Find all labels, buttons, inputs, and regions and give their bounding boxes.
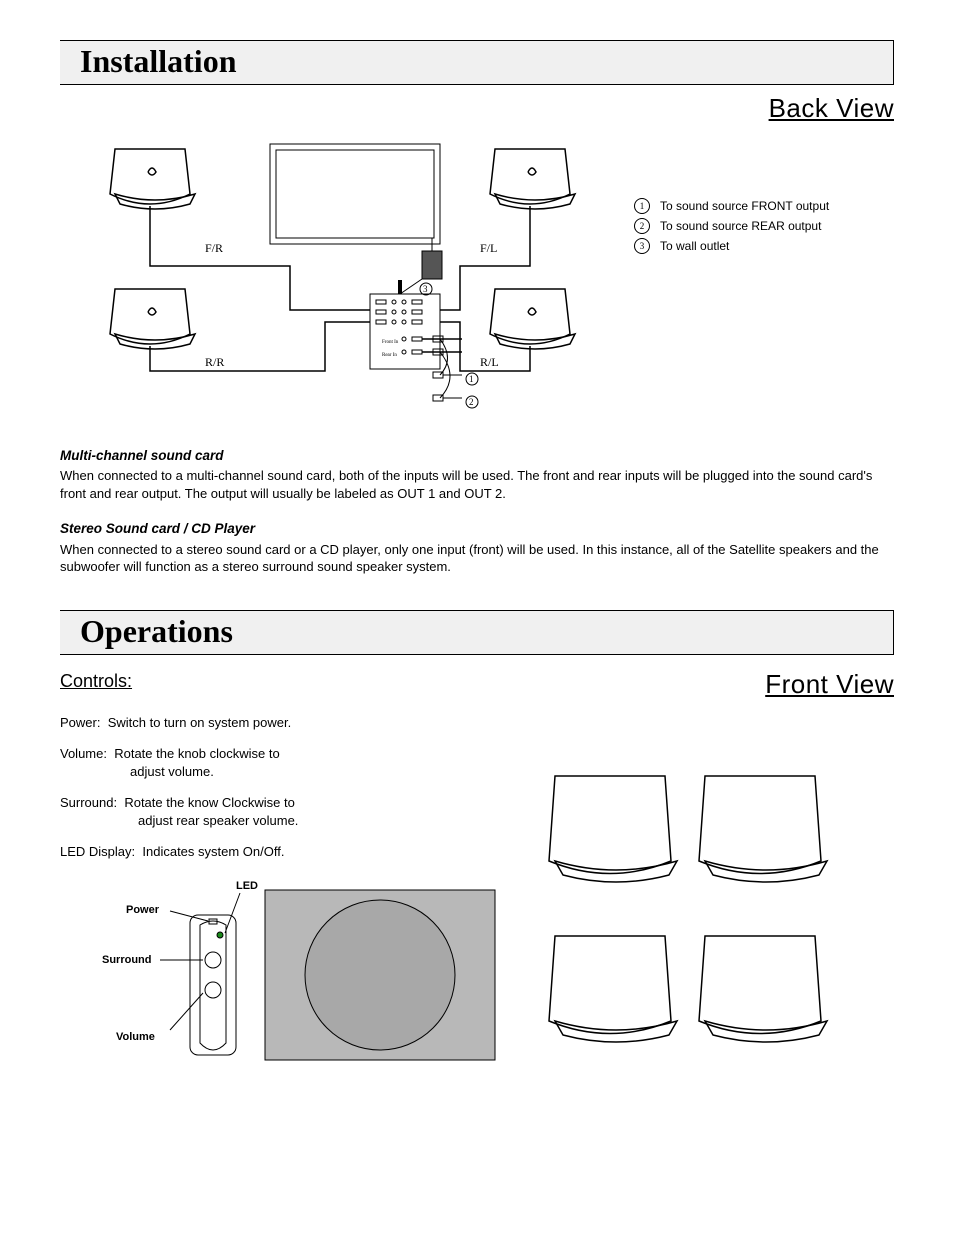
callout-volume: Volume — [116, 1031, 155, 1043]
callout-led: LED — [236, 880, 258, 892]
operations-title-bar: Operations — [60, 610, 894, 655]
stereo-body: When connected to a stereo sound card or… — [60, 541, 894, 576]
control-led: LED Display: Indicates system On/Off. — [60, 843, 490, 861]
svg-text:Front In: Front In — [382, 340, 399, 345]
multichannel-block: Multi-channel sound card When connected … — [60, 447, 894, 502]
legend-text-3: To wall outlet — [660, 239, 729, 253]
control-power-label: Power: — [60, 715, 100, 730]
callout-power: Power — [126, 904, 160, 916]
operations-title: Operations — [80, 613, 233, 649]
control-power: Power: Switch to turn on system power. — [60, 714, 490, 732]
stereo-block: Stereo Sound card / CD Player When conne… — [60, 520, 894, 575]
legend-item-2: 2 To sound source REAR output — [634, 218, 894, 234]
circled-1-icon: 1 — [634, 198, 650, 214]
svg-text:1: 1 — [469, 374, 474, 384]
controls-diagram: LED Power Surround Volume — [60, 875, 500, 1075]
back-view-label: Back View — [60, 93, 894, 124]
stereo-heading: Stereo Sound card / CD Player — [60, 520, 894, 538]
svg-text:F/L: F/L — [480, 241, 497, 255]
installation-title-bar: Installation — [60, 40, 894, 85]
controls-column: Power: Switch to turn on system power. V… — [60, 706, 490, 1078]
multichannel-body: When connected to a multi-channel sound … — [60, 467, 894, 502]
svg-text:R/L: R/L — [480, 355, 499, 369]
front-view-label: Front View — [765, 669, 894, 700]
front-speakers-diagram — [530, 706, 894, 1059]
svg-text:R/R: R/R — [205, 355, 224, 369]
legend-text-1: To sound source FRONT output — [660, 199, 829, 213]
control-surround: Surround: Rotate the know Clockwise to a… — [60, 794, 490, 829]
installation-title: Installation — [80, 43, 236, 79]
circled-2-icon: 2 — [634, 218, 650, 234]
control-volume-text1: Rotate the knob clockwise to — [114, 746, 279, 761]
control-power-text: Switch to turn on system power. — [108, 715, 292, 730]
control-surround-label: Surround: — [60, 795, 117, 810]
callout-surround: Surround — [102, 954, 152, 966]
legend-item-1: 1 To sound source FRONT output — [634, 198, 894, 214]
control-surround-text1: Rotate the know Clockwise to — [124, 795, 295, 810]
legend: 1 To sound source FRONT output 2 To soun… — [634, 134, 894, 258]
svg-text:Rear In: Rear In — [382, 353, 397, 358]
control-led-label: LED Display: — [60, 844, 135, 859]
legend-text-2: To sound source REAR output — [660, 219, 821, 233]
label-fr: F/R — [205, 241, 223, 255]
control-led-text: Indicates system On/Off. — [142, 844, 284, 859]
controls-heading: Controls: — [60, 671, 132, 692]
control-volume-text2: adjust volume. — [60, 763, 490, 781]
multichannel-heading: Multi-channel sound card — [60, 447, 894, 465]
installation-diagram: Front In Rear In — [60, 134, 634, 437]
circled-3-icon: 3 — [634, 238, 650, 254]
svg-text:3: 3 — [423, 284, 428, 294]
control-surround-text2: adjust rear speaker volume. — [60, 812, 490, 830]
legend-item-3: 3 To wall outlet — [634, 238, 894, 254]
svg-text:2: 2 — [469, 397, 474, 407]
control-volume-label: Volume: — [60, 746, 107, 761]
control-volume: Volume: Rotate the knob clockwise to adj… — [60, 745, 490, 780]
